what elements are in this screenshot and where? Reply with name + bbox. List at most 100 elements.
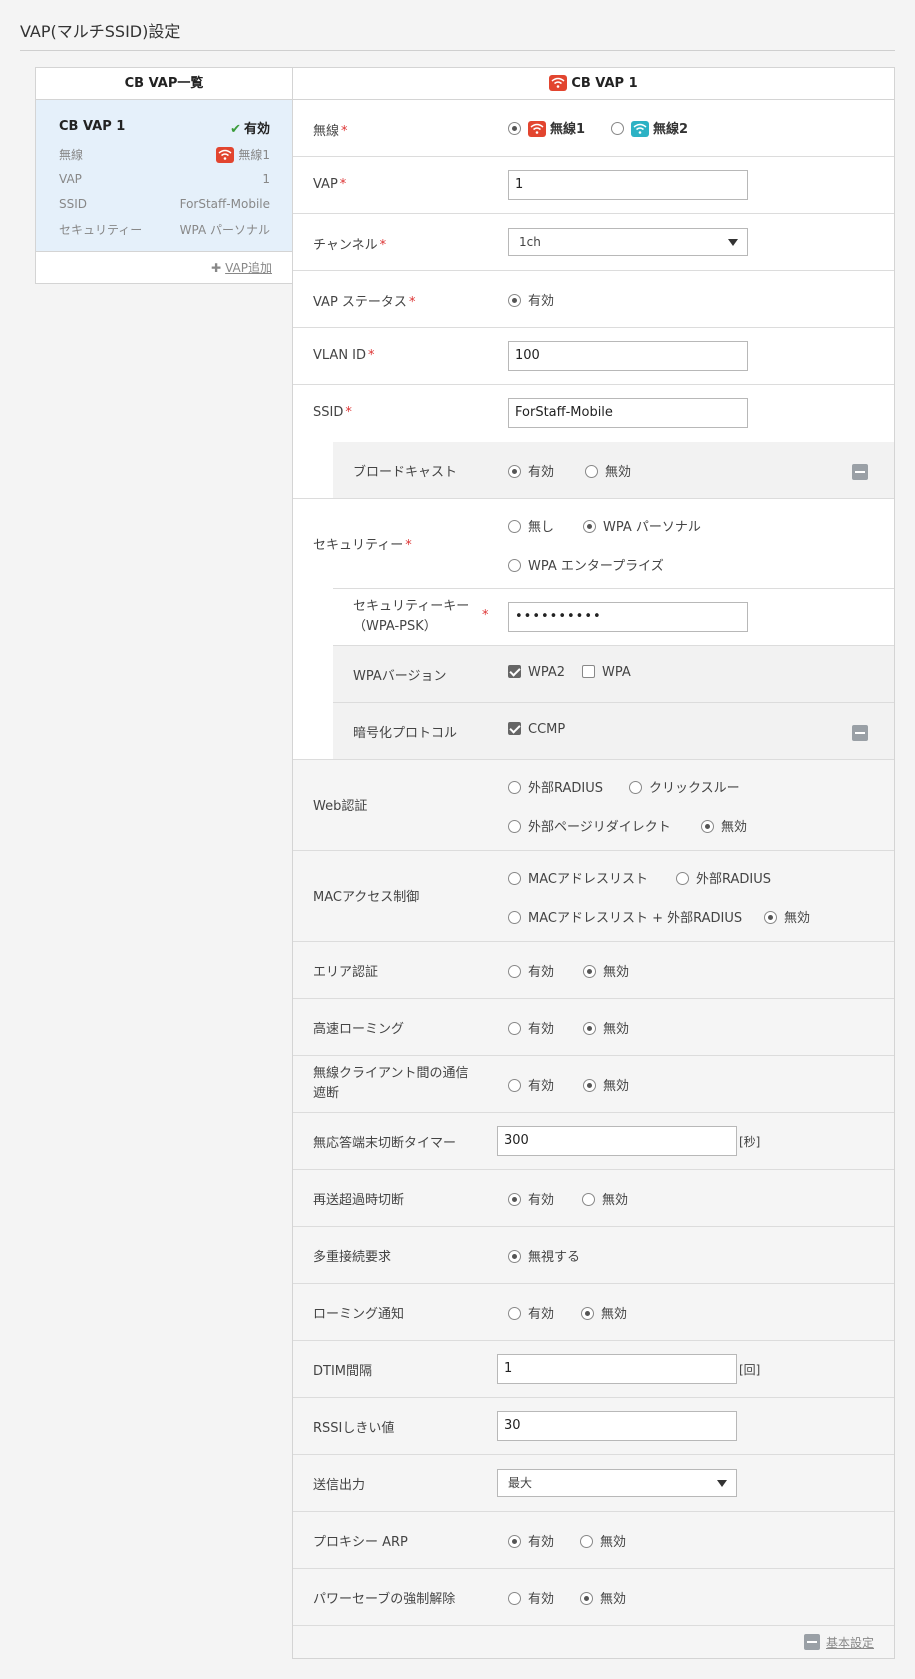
radio-button[interactable] [508,465,521,478]
mac-ext-radius[interactable]: 外部RADIUS [676,868,771,887]
fast-roam-disabled[interactable]: 無効 [583,1018,629,1037]
roam-notify-disabled[interactable]: 無効 [581,1303,627,1322]
radio-button[interactable] [583,520,596,533]
web-ext-radius[interactable]: 外部RADIUS [508,777,603,796]
radio-opt-2[interactable]: 無線2 [611,118,688,137]
web-click-through[interactable]: クリックスルー [629,777,740,796]
option-label: 有効 [528,465,555,480]
idle-timer-input[interactable]: 300 [497,1126,737,1156]
rssi-input[interactable]: 30 [497,1411,737,1441]
radio-button[interactable] [508,820,521,833]
radio-button[interactable] [582,1193,595,1206]
label-line-1: 無線クライアント間の通信 [313,1066,469,1081]
row-power-save: パワーセーブの強制解除 有効 無効 [293,1569,894,1626]
option-label: WPA2 [528,665,566,680]
proxy-arp-enabled[interactable]: 有効 [508,1531,554,1550]
radio-button[interactable] [508,122,521,135]
required-mark: * [339,177,347,192]
client-iso-disabled[interactable]: 無効 [583,1075,629,1094]
radio-button[interactable] [583,1079,596,1092]
retry-disabled[interactable]: 無効 [582,1189,628,1208]
vap-status-enabled[interactable]: 有効 [508,290,554,309]
ccmp-checkbox[interactable]: CCMP [508,722,565,737]
kv-value: 1 [262,172,270,186]
radio-button[interactable] [508,1022,521,1035]
radio-button[interactable] [508,1079,521,1092]
radio-button[interactable] [611,122,624,135]
proxy-arp-disabled[interactable]: 無効 [580,1531,626,1550]
sec-wpa-enterprise[interactable]: WPA エンタープライズ [508,555,664,574]
mac-list[interactable]: MACアドレスリスト [508,868,648,887]
power-save-enabled[interactable]: 有効 [508,1588,554,1607]
checkbox[interactable] [582,665,595,678]
option-label: 無効 [600,1592,627,1607]
dtim-input[interactable]: 1 [497,1354,737,1384]
channel-select[interactable]: 1ch [508,228,748,256]
radio-button[interactable] [580,1592,593,1605]
radio-button[interactable] [676,872,689,885]
radio-button[interactable] [585,465,598,478]
radio-opt-1[interactable]: 無線1 [508,118,585,137]
collapse-security-button[interactable] [852,725,868,741]
vap-item-ssid-row: SSID ForStaff-Mobile [59,197,270,211]
radio-button[interactable] [580,1535,593,1548]
radio-button[interactable] [581,1307,594,1320]
multi-conn-ignore[interactable]: 無視する [508,1246,580,1265]
power-save-disabled[interactable]: 無効 [580,1588,626,1607]
retry-enabled[interactable]: 有効 [508,1189,554,1208]
basic-settings-link[interactable]: 基本設定 [803,1634,874,1651]
radio-button[interactable] [508,1307,521,1320]
sec-wpa-personal[interactable]: WPA パーソナル [583,516,701,535]
checkbox[interactable] [508,722,521,735]
label-line-1: セキュリティーキー [353,599,470,614]
security-label: セキュリティー * [313,534,412,553]
radio-button[interactable] [508,1193,521,1206]
option-label: 無効 [603,1079,630,1094]
web-disabled[interactable]: 無効 [701,816,747,835]
radio-button[interactable] [508,781,521,794]
broadcast-disabled[interactable]: 無効 [585,461,631,480]
vap-item-vap-row: VAP 1 [59,172,270,186]
radio-button[interactable] [508,1592,521,1605]
radio-button[interactable] [508,965,521,978]
radio-button[interactable] [508,911,521,924]
radio-button[interactable] [701,820,714,833]
collapse-ssid-button[interactable] [852,464,868,480]
wpa2-checkbox[interactable]: WPA2 [508,665,565,680]
wpa-version-label: WPAバージョン [353,669,447,684]
wpa-checkbox[interactable]: WPA [582,665,631,680]
sec-none[interactable]: 無し [508,516,554,535]
plus-icon: ✚ [211,261,222,275]
radio-button[interactable] [764,911,777,924]
roam-notify-enabled[interactable]: 有効 [508,1303,554,1322]
client-iso-enabled[interactable]: 有効 [508,1075,554,1094]
radio-button[interactable] [508,872,521,885]
radio-button[interactable] [508,294,521,307]
fast-roam-enabled[interactable]: 有効 [508,1018,554,1037]
checkbox[interactable] [508,665,521,678]
security-key-input[interactable]: •••••••••• [508,602,748,632]
radio-button[interactable] [629,781,642,794]
radio-button[interactable] [583,1022,596,1035]
add-vap-link[interactable]: ✚ VAP追加 [211,259,272,276]
area-enabled[interactable]: 有効 [508,961,554,980]
vap-list-item[interactable]: CB VAP 1 ✔ 有効 無線 無線1 VAP 1 SSID ForStaff-… [36,100,292,252]
radio-button[interactable] [508,559,521,572]
radio-button[interactable] [508,1250,521,1263]
radio-button[interactable] [508,520,521,533]
area-disabled[interactable]: 無効 [583,961,629,980]
ssid-input[interactable]: ForStaff-Mobile [508,398,748,428]
vap-list-header: CB VAP一覧 [36,68,292,100]
row-area-auth: エリア認証 有効 無効 [293,942,894,999]
vap-input[interactable]: 1 [508,170,748,200]
web-ext-redirect[interactable]: 外部ページリダイレクト [508,816,671,835]
mac-list-radius[interactable]: MACアドレスリスト + 外部RADIUS [508,907,742,926]
vlan-input[interactable]: 100 [508,341,748,371]
vlan-label: VLAN ID * [313,348,375,363]
option-label: 外部RADIUS [696,872,772,887]
mac-disabled[interactable]: 無効 [764,907,810,926]
radio-button[interactable] [508,1535,521,1548]
broadcast-enabled[interactable]: 有効 [508,461,554,480]
radio-button[interactable] [583,965,596,978]
tx-power-select[interactable]: 最大 [497,1469,737,1497]
